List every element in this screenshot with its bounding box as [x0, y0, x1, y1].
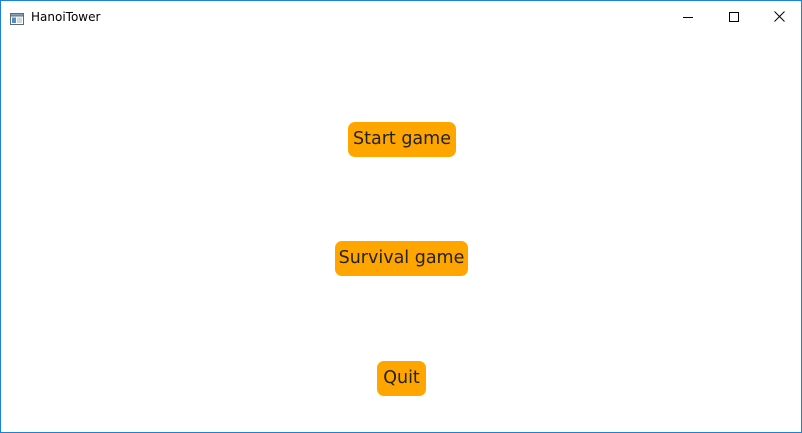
main-menu: Start game Survival game Quit [1, 32, 801, 432]
window-title: HanoiTower [31, 10, 101, 24]
start-game-button[interactable]: Start game [348, 122, 456, 157]
close-button[interactable] [756, 1, 801, 32]
close-icon [773, 7, 785, 26]
quit-button[interactable]: Quit [377, 361, 426, 396]
minimize-button[interactable] [665, 1, 711, 32]
window-app-icon [10, 10, 24, 25]
minimize-icon [683, 7, 693, 26]
maximize-button[interactable] [711, 1, 757, 32]
survival-game-button[interactable]: Survival game [335, 241, 468, 276]
title-bar[interactable]: HanoiTower [1, 1, 801, 32]
app-window: HanoiTower Start game Survival game Quit [0, 0, 802, 433]
maximize-icon [729, 7, 739, 26]
